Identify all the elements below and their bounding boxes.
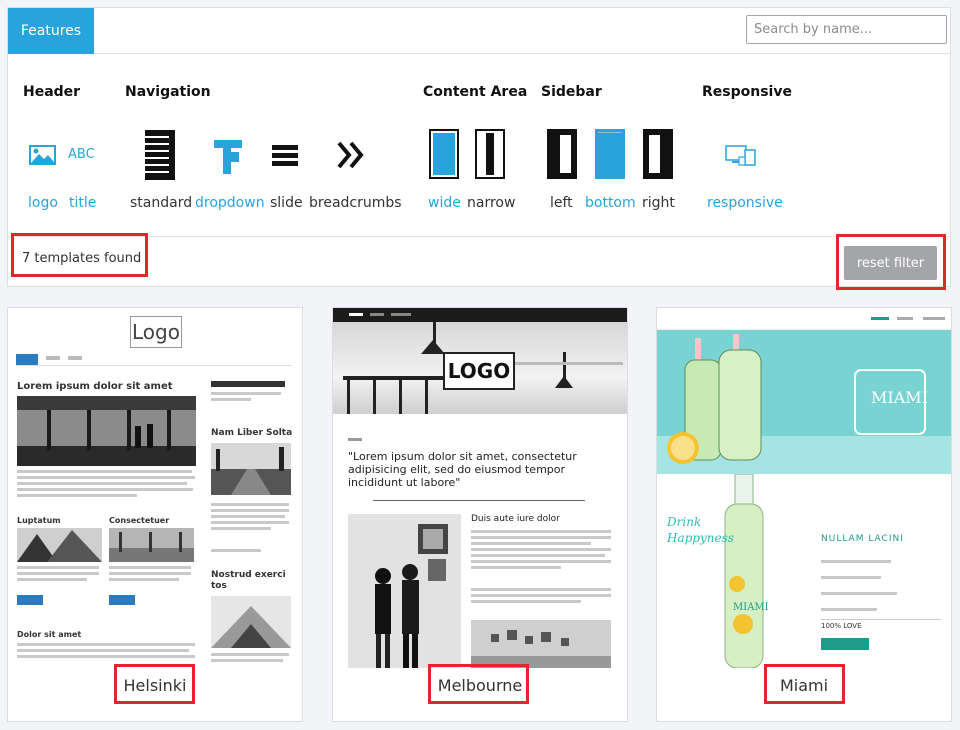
melbourne-preview-logo: LOGO — [443, 352, 515, 390]
option-narrow[interactable]: narrow — [467, 195, 515, 211]
option-responsive[interactable]: responsive — [707, 195, 783, 211]
miami-preview-bottle-brand: MIAMI — [733, 602, 769, 613]
helsinki-preview-nav — [16, 354, 292, 366]
standard-nav-icon[interactable] — [145, 130, 175, 180]
sidebar-left-icon[interactable] — [547, 129, 577, 179]
miami-preview-button — [821, 638, 869, 650]
option-wide[interactable]: wide — [428, 195, 461, 211]
option-standard[interactable]: standard — [130, 195, 192, 211]
search-input[interactable] — [746, 15, 947, 44]
option-right[interactable]: right — [642, 195, 675, 211]
panel-divider — [8, 236, 950, 237]
helsinki-preview-h3: Consectetuer — [109, 516, 170, 525]
helsinki-thumbnail: Logo Lorem ipsum dolor sit amet Luptatum… — [8, 308, 302, 668]
helsinki-preview-h2: Luptatum — [17, 516, 61, 525]
miami-preview-tag: Drink Happyness — [667, 515, 734, 545]
category-responsive: Responsive — [702, 84, 792, 100]
option-logo[interactable]: logo — [28, 195, 58, 211]
category-header: Header — [23, 84, 81, 100]
helsinki-preview-photo-2 — [17, 528, 102, 562]
miami-preview-love: 100% LOVE — [821, 622, 862, 630]
option-bottom[interactable]: bottom — [585, 195, 636, 211]
breadcrumbs-nav-icon[interactable] — [337, 141, 367, 169]
wide-content-icon[interactable] — [429, 129, 459, 179]
melbourne-preview-sub: Duis aute iure dolor — [471, 514, 560, 524]
highlight-box-helsinki — [114, 664, 195, 704]
sidebar-right-icon[interactable] — [643, 129, 673, 179]
melbourne-preview-quote: "Lorem ipsum dolor sit amet, consectetur… — [348, 450, 577, 489]
melbourne-preview-gallery — [471, 620, 611, 668]
tab-features[interactable]: Features — [8, 8, 94, 54]
melbourne-preview-hero: LOGO — [333, 322, 627, 414]
miami-preview-h: NULLAM LACINI — [821, 534, 904, 544]
highlight-box-reset — [836, 234, 946, 290]
melbourne-preview-photo — [348, 514, 461, 668]
melbourne-thumbnail: LOGO "Lorem ipsum dolor sit amet, consec… — [333, 308, 627, 668]
helsinki-preview-logo: Logo — [130, 316, 182, 348]
category-navigation: Navigation — [125, 84, 211, 100]
template-card-miami[interactable]: MIAMI Drink Happyness MIAMI NULLAM LACIN… — [656, 307, 952, 722]
option-breadcrumbs[interactable]: breadcrumbs — [309, 195, 402, 211]
option-slide[interactable]: slide — [270, 195, 303, 211]
highlight-box-count — [11, 233, 148, 277]
logo-image-icon[interactable] — [29, 145, 56, 165]
helsinki-preview-photo — [17, 396, 196, 466]
miami-thumbnail: MIAMI Drink Happyness MIAMI NULLAM LACIN… — [657, 308, 951, 668]
category-sidebar: Sidebar — [541, 84, 602, 100]
miami-preview-nav — [657, 308, 951, 330]
helsinki-preview-h1: Lorem ipsum dolor sit amet — [17, 381, 173, 392]
miami-preview-hero: MIAMI — [657, 330, 951, 474]
title-abc-icon[interactable]: ABC — [68, 147, 95, 162]
helsinki-preview-photo-3 — [109, 528, 194, 562]
option-title[interactable]: title — [69, 195, 96, 211]
highlight-box-miami — [764, 664, 845, 704]
tab-divider — [94, 53, 950, 54]
option-left[interactable]: left — [550, 195, 573, 211]
helsinki-preview-road — [211, 443, 291, 495]
helsinki-preview-h4: Dolor sit amet — [17, 630, 82, 639]
melbourne-preview-nav — [333, 308, 627, 322]
helsinki-preview-side1: Nam Liber Solta — [211, 428, 293, 438]
template-card-helsinki[interactable]: Logo Lorem ipsum dolor sit amet Luptatum… — [7, 307, 303, 722]
narrow-content-icon[interactable] — [475, 129, 505, 179]
slide-nav-icon[interactable] — [272, 145, 298, 167]
template-card-melbourne[interactable]: LOGO "Lorem ipsum dolor sit amet, consec… — [332, 307, 628, 722]
helsinki-preview-side2: Nostrud exerci tos — [211, 570, 286, 591]
helsinki-preview-building — [211, 596, 291, 648]
miami-preview-lower: Drink Happyness MIAMI NULLAM LACINI 100%… — [657, 474, 951, 668]
category-content-area: Content Area — [423, 84, 528, 100]
sidebar-bottom-icon[interactable] — [595, 129, 625, 179]
responsive-devices-icon[interactable] — [725, 145, 757, 167]
option-dropdown[interactable]: dropdown — [195, 195, 265, 211]
miami-preview-brand: MIAMI — [871, 388, 928, 407]
filter-panel: Features Header Navigation Content Area … — [7, 7, 951, 287]
dropdown-nav-icon[interactable] — [214, 140, 244, 174]
highlight-box-melbourne — [428, 664, 529, 704]
